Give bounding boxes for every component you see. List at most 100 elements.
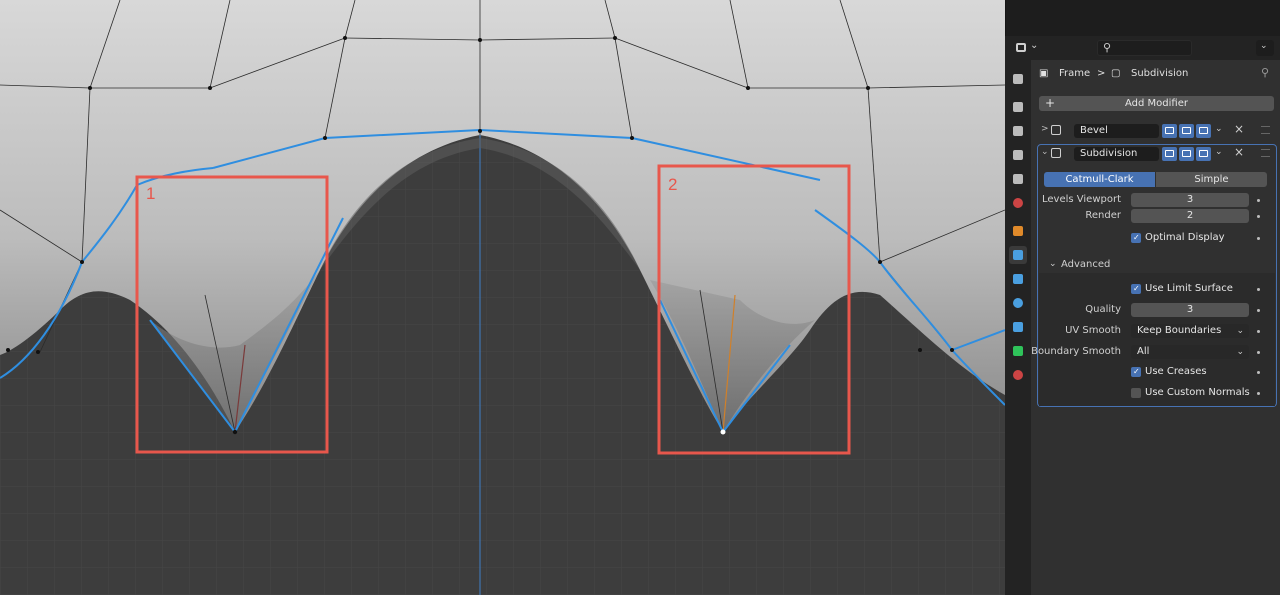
quality-field[interactable]: 3	[1131, 303, 1249, 317]
subdivision-modifier-icon	[1051, 148, 1061, 158]
chevron-down-icon: ⌄	[1260, 41, 1268, 51]
edit-mode-toggle[interactable]	[1162, 124, 1177, 138]
checkbox-checked-icon: ✓	[1131, 233, 1141, 243]
tab-view-layer[interactable]	[1009, 146, 1027, 164]
callout-label-2: 2	[668, 175, 678, 194]
checkbox-unchecked-icon	[1131, 388, 1141, 398]
boundary-smooth-select[interactable]: All ⌄	[1131, 345, 1249, 359]
keyframe-dot[interactable]	[1257, 392, 1260, 395]
active-vertex	[720, 429, 726, 435]
pin-icon[interactable]: ⚲	[1261, 66, 1269, 79]
chevron-down-icon: ⌄	[1236, 326, 1244, 336]
drag-handle-icon[interactable]	[1261, 149, 1270, 157]
view-layer-icon	[1013, 150, 1023, 160]
modifier-icon: ▢	[1111, 68, 1121, 79]
properties-header: ⌄ ⚲ ⌄	[1005, 36, 1280, 60]
boundary-smooth-value: All	[1137, 346, 1150, 357]
keyframe-dot[interactable]	[1257, 351, 1260, 354]
tab-physics[interactable]	[1009, 294, 1027, 312]
modifier-properties: ▣ Frame > ▢ Subdivision ⚲ + Add Modifier…	[1031, 60, 1280, 595]
wrench-icon	[1013, 250, 1023, 260]
viewport-scene	[0, 0, 1005, 595]
add-modifier-button[interactable]: + Add Modifier	[1039, 96, 1274, 111]
add-modifier-label: Add Modifier	[1125, 98, 1188, 109]
use-limit-surface-label: Use Limit Surface	[1145, 283, 1233, 294]
modifier-subdivision[interactable]: ⌄ Subdivision ⌄ ×	[1039, 145, 1274, 163]
plus-icon: +	[1045, 96, 1056, 110]
render-levels-field[interactable]: 2	[1131, 209, 1249, 223]
physics-icon	[1013, 298, 1023, 308]
modifier-name-field[interactable]: Bevel	[1074, 124, 1159, 138]
keyframe-dot[interactable]	[1257, 288, 1260, 291]
constraints-icon	[1013, 322, 1023, 332]
drag-handle-icon[interactable]	[1261, 126, 1270, 134]
close-icon[interactable]: ×	[1234, 122, 1244, 136]
modifier-name-field[interactable]: Subdivision	[1074, 147, 1159, 161]
tab-particles[interactable]	[1009, 270, 1027, 288]
uv-smooth-value: Keep Boundaries	[1137, 325, 1222, 336]
catmull-clark-option[interactable]: Catmull-Clark	[1044, 172, 1155, 187]
optimal-display-label: Optimal Display	[1145, 232, 1225, 243]
keyframe-dot[interactable]	[1257, 309, 1260, 312]
search-input[interactable]: ⚲	[1097, 40, 1192, 56]
edit-mode-icon	[1165, 150, 1174, 157]
uv-smooth-label: UV Smooth	[1065, 325, 1121, 336]
chevron-right-icon[interactable]: >	[1041, 124, 1049, 134]
tab-scene[interactable]	[1009, 170, 1027, 188]
render-toggle[interactable]	[1196, 147, 1211, 161]
chevron-down-icon[interactable]: ⌄	[1041, 147, 1049, 157]
object-icon: ▣	[1039, 68, 1049, 79]
use-custom-normals-label: Use Custom Normals	[1145, 387, 1250, 398]
3d-viewport[interactable]: 1 2	[0, 0, 1005, 595]
boundary-smooth-label: Boundary Smooth	[1031, 346, 1121, 357]
properties-tabs	[1005, 60, 1031, 595]
chevron-down-icon[interactable]: ⌄	[1215, 147, 1223, 157]
tab-world[interactable]	[1009, 194, 1027, 212]
particles-icon	[1013, 274, 1023, 284]
tab-material[interactable]	[1009, 366, 1027, 384]
panel-top-strip	[1005, 0, 1280, 36]
edit-mode-icon	[1165, 127, 1174, 134]
uv-smooth-select[interactable]: Keep Boundaries ⌄	[1131, 324, 1249, 338]
levels-viewport-field[interactable]: 3	[1131, 193, 1249, 207]
chevron-down-icon: ⌄	[1049, 259, 1057, 269]
keyframe-dot[interactable]	[1257, 330, 1260, 333]
tab-tool[interactable]	[1009, 70, 1027, 88]
edit-mode-toggle[interactable]	[1162, 147, 1177, 161]
render-levels-label: Render	[1085, 210, 1121, 221]
viewport-toggle[interactable]	[1179, 124, 1194, 138]
keyframe-dot[interactable]	[1257, 215, 1260, 218]
tab-object[interactable]	[1009, 222, 1027, 240]
tab-constraints[interactable]	[1009, 318, 1027, 336]
subdivision-mode-toggle: Catmull-Clark Simple	[1044, 172, 1267, 187]
tab-output[interactable]	[1009, 122, 1027, 140]
chevron-down-icon: ⌄	[1236, 347, 1244, 357]
keyframe-dot[interactable]	[1257, 237, 1260, 240]
chevron-down-icon: ⌄	[1030, 40, 1039, 51]
callout-label-1: 1	[146, 184, 156, 203]
object-icon	[1013, 226, 1023, 236]
properties-editor: ⌄ ⚲ ⌄ ▣ Frame > ▢ Subdivision ⚲ + Add Mo…	[1005, 0, 1280, 595]
simple-option[interactable]: Simple	[1156, 172, 1267, 187]
monitor-icon	[1182, 127, 1191, 134]
levels-viewport-label: Levels Viewport	[1041, 194, 1121, 205]
tab-data[interactable]	[1009, 342, 1027, 360]
world-icon	[1013, 198, 1023, 208]
editor-type-selector[interactable]: ⌄	[1011, 40, 1041, 56]
tab-modifiers[interactable]	[1009, 246, 1027, 264]
keyframe-dot[interactable]	[1257, 371, 1260, 374]
render-toggle[interactable]	[1196, 124, 1211, 138]
scene-icon	[1013, 174, 1023, 184]
breadcrumb-modifier: Subdivision	[1131, 68, 1189, 79]
close-icon[interactable]: ×	[1234, 145, 1244, 159]
chevron-down-icon[interactable]: ⌄	[1215, 124, 1223, 134]
monitor-icon	[1182, 150, 1191, 157]
render-icon	[1013, 102, 1023, 112]
viewport-toggle[interactable]	[1179, 147, 1194, 161]
camera-icon	[1199, 127, 1208, 134]
options-dropdown[interactable]: ⌄	[1256, 40, 1274, 56]
tool-icon	[1013, 74, 1023, 84]
modifier-bevel[interactable]: > Bevel ⌄ ×	[1039, 122, 1274, 140]
keyframe-dot[interactable]	[1257, 199, 1260, 202]
tab-render[interactable]	[1009, 98, 1027, 116]
